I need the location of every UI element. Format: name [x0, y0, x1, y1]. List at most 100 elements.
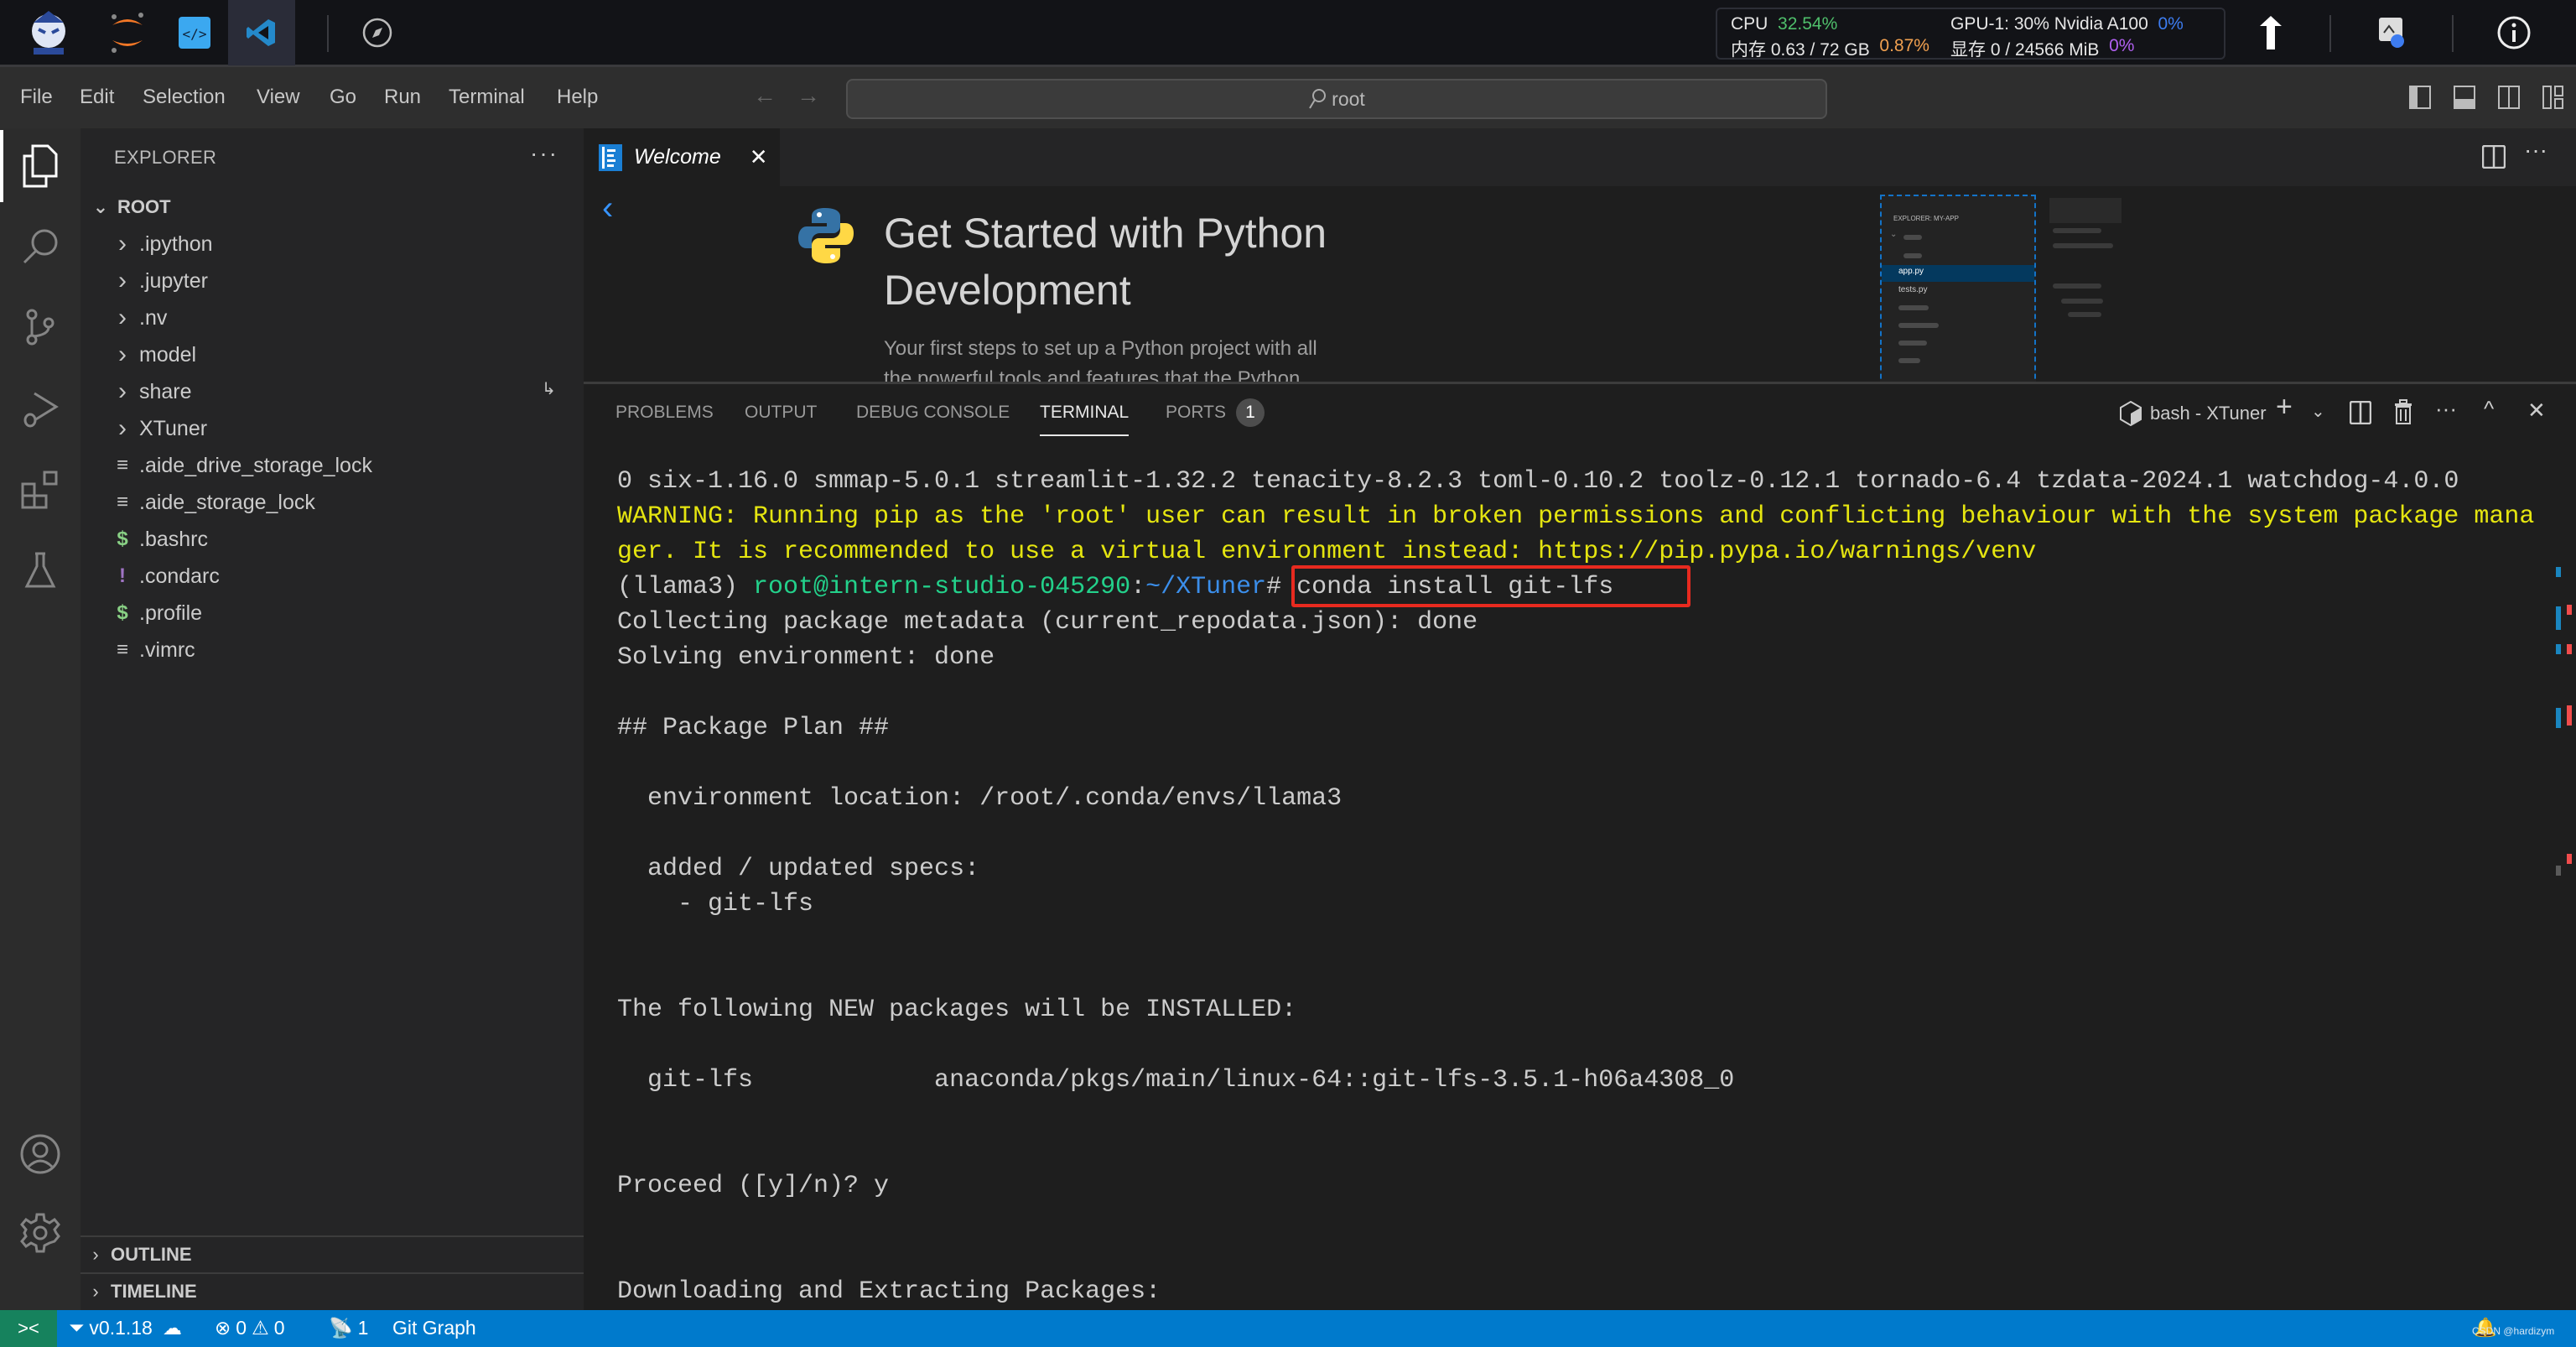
- tag-icon: ⏷: [69, 1317, 85, 1339]
- tab-terminal[interactable]: TERMINAL: [1040, 403, 1130, 436]
- split-terminal-icon[interactable]: [2350, 401, 2371, 424]
- code-editor-icon[interactable]: </>: [161, 0, 228, 65]
- preview-code-line: [2053, 228, 2101, 233]
- new-terminal-icon[interactable]: +: [2276, 391, 2293, 424]
- version-label: v0.1.18: [89, 1317, 153, 1339]
- system-monitor: CPU 32.54% 内存 0.63 / 72 GB 0.87% GPU-1: …: [1716, 8, 2225, 60]
- prompt-separator: :: [1130, 573, 1146, 601]
- preview-editor-block: [2049, 198, 2122, 223]
- menu-file[interactable]: File: [20, 86, 53, 109]
- trash-icon[interactable]: [2393, 399, 2413, 424]
- terminal-line: git-lfs anaconda/pkgs/main/linux-64::git…: [617, 1066, 1735, 1095]
- toggle-secondary-sidebar-icon[interactable]: [2498, 86, 2520, 109]
- overview-ruler-mark: [2556, 644, 2561, 654]
- close-panel-icon[interactable]: ✕: [2527, 398, 2546, 424]
- monitor-icon[interactable]: [2358, 0, 2425, 65]
- forward-arrow-icon[interactable]: →: [797, 82, 820, 109]
- tab-problems[interactable]: PROBLEMS: [615, 403, 714, 423]
- text-file-icon: ≡: [116, 454, 128, 476]
- outline-section[interactable]: › OUTLINE: [80, 1235, 584, 1272]
- root-folder[interactable]: ⌄ ROOT: [80, 189, 584, 226]
- tree-file[interactable]: ≡ .aide_drive_storage_lock: [80, 447, 584, 484]
- toggle-primary-sidebar-icon[interactable]: [2409, 86, 2431, 109]
- info-icon[interactable]: [2480, 0, 2547, 65]
- menu-terminal[interactable]: Terminal: [449, 86, 525, 109]
- preview-header: EXPLORER: MY-APP: [1893, 215, 1959, 222]
- tree-folder[interactable]: › share: [80, 373, 584, 410]
- activity-manage[interactable]: [0, 1195, 80, 1271]
- activity-extensions[interactable]: [0, 452, 80, 528]
- timeline-section[interactable]: › TIMELINE: [80, 1272, 584, 1309]
- tree-file[interactable]: ≡ .vimrc: [80, 632, 584, 668]
- menu-go[interactable]: Go: [330, 86, 356, 109]
- chevron-down-icon[interactable]: ⌄: [2311, 401, 2325, 422]
- intern-studio-logo-icon[interactable]: [15, 0, 82, 65]
- tree-folder[interactable]: › model: [80, 336, 584, 373]
- more-actions-icon[interactable]: ···: [530, 140, 558, 167]
- remote-indicator[interactable]: ><: [0, 1310, 57, 1347]
- command-center-search[interactable]: root: [846, 79, 1827, 119]
- activity-accounts[interactable]: [0, 1116, 80, 1192]
- tab-debug-console[interactable]: DEBUG CONSOLE: [856, 403, 1010, 423]
- activity-source-control[interactable]: [0, 289, 80, 365]
- terminal-instance-selector[interactable]: bash - XTuner: [2120, 401, 2267, 426]
- timeline-label: TIMELINE: [111, 1281, 197, 1302]
- menu-view[interactable]: View: [257, 86, 300, 109]
- tree-folder[interactable]: › .jupyter: [80, 263, 584, 299]
- activity-run-debug[interactable]: [0, 372, 80, 447]
- maximize-panel-icon[interactable]: ^: [2484, 396, 2494, 422]
- root-label: ROOT: [117, 196, 171, 217]
- vscode-icon[interactable]: [228, 0, 295, 65]
- tree-folder[interactable]: › .ipython: [80, 226, 584, 263]
- divider: [2329, 15, 2331, 52]
- tab-output[interactable]: OUTPUT: [745, 403, 817, 423]
- back-arrow-icon[interactable]: ←: [753, 82, 776, 109]
- editor-tabs-bar: Welcome ✕ ···: [584, 128, 2576, 186]
- tree-file[interactable]: $ .bashrc: [80, 521, 584, 558]
- customize-layout-icon[interactable]: [2542, 86, 2564, 109]
- command-highlight-box: [1291, 565, 1690, 607]
- git-graph-label: Git Graph: [392, 1317, 476, 1339]
- welcome-title: Get Started with Python Development: [884, 205, 1327, 319]
- split-editor-icon[interactable]: [2482, 145, 2506, 169]
- terminal-line: environment location: /root/.conda/envs/…: [617, 784, 1343, 813]
- menu-help[interactable]: Help: [557, 86, 598, 109]
- overview-ruler-mark: [2556, 567, 2561, 577]
- problems-item[interactable]: ⊗ 0 ⚠ 0: [215, 1317, 285, 1339]
- tree-item-label: .aide_drive_storage_lock: [139, 453, 372, 477]
- tree-file[interactable]: ! .condarc: [80, 558, 584, 595]
- toggle-panel-icon[interactable]: [2454, 86, 2475, 109]
- tree-folder[interactable]: › XTuner: [80, 410, 584, 447]
- back-chevron-icon[interactable]: ‹: [602, 190, 613, 227]
- activity-search[interactable]: [0, 209, 80, 284]
- vram-value: 0%: [2109, 36, 2135, 55]
- prompt-path: ~/XTuner: [1145, 573, 1267, 601]
- panel-more-icon[interactable]: ···: [2435, 396, 2457, 422]
- tab-ports[interactable]: PORTS: [1166, 403, 1226, 423]
- menu-edit[interactable]: Edit: [80, 86, 114, 109]
- activity-testing[interactable]: [0, 533, 80, 608]
- editor-more-actions-icon[interactable]: ···: [2524, 137, 2547, 164]
- cpu-value: 32.54%: [1778, 14, 1838, 34]
- menu-selection[interactable]: Selection: [143, 86, 226, 109]
- run-debug-icon: [23, 392, 59, 428]
- tree-file[interactable]: ≡ .aide_storage_lock: [80, 484, 584, 521]
- ports-item[interactable]: 📡 1: [329, 1317, 368, 1339]
- jupyter-icon[interactable]: [94, 0, 161, 65]
- remote-icon: ><: [18, 1318, 39, 1339]
- compass-icon[interactable]: [344, 0, 411, 65]
- tree-folder[interactable]: › .nv: [80, 299, 584, 336]
- activity-explorer[interactable]: [0, 128, 80, 204]
- welcome-tab-icon: [599, 143, 622, 171]
- tensorboard-icon[interactable]: [2237, 0, 2304, 65]
- version-item[interactable]: ⏷ v0.1.18 ☁: [69, 1317, 182, 1339]
- explorer-title: EXPLORER: [114, 147, 217, 168]
- close-tab-icon[interactable]: ✕: [750, 144, 768, 170]
- menu-run[interactable]: Run: [384, 86, 421, 109]
- git-graph-item[interactable]: Git Graph: [392, 1317, 476, 1339]
- tree-file[interactable]: $ .profile: [80, 595, 584, 632]
- tab-welcome[interactable]: Welcome ✕: [584, 128, 780, 186]
- status-bar: >< ⏷ v0.1.18 ☁ ⊗ 0 ⚠ 0 📡 1 Git Graph 🔔 C…: [0, 1310, 2576, 1347]
